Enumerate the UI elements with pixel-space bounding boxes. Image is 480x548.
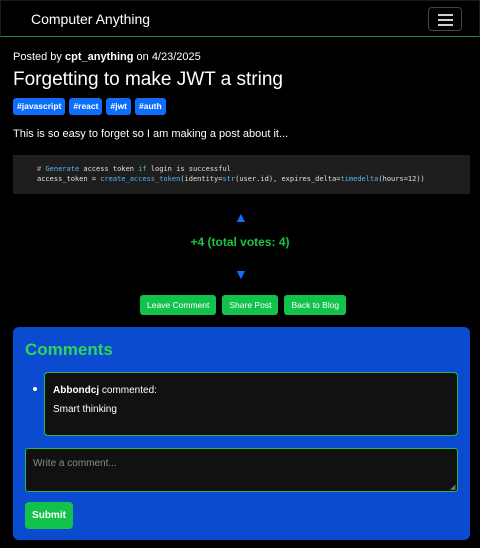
comment-text: Smart thinking [53,404,117,415]
posted-by-label: Posted by [13,51,62,63]
back-to-blog-button[interactable]: Back to Blog [284,295,347,315]
share-post-button[interactable]: Share Post [222,295,279,315]
date-prefix: on [136,51,149,63]
code-block: # Generate access token if login is succ… [13,155,470,194]
post-actions: Leave Comment Share Post Back to Blog [140,295,347,315]
upvote-icon[interactable]: ▲ [234,210,248,224]
post-title: Forgetting to make JWT a string [13,69,283,90]
navbar: Computer Anything [0,0,480,37]
comments-section: Comments Abbondcj commented: Smart think… [13,327,470,540]
tag-list: #javascript #react #jwt #auth [13,98,166,115]
post-meta: Posted by cpt_anything on 4/23/2025 [13,51,201,63]
post-author: cpt_anything [64,51,134,63]
comment-author-line: Abbondcj commented: [53,385,157,396]
leave-comment-button[interactable]: Leave Comment [140,295,217,315]
post-body: This is so easy to forget so I am making… [13,128,289,140]
hamburger-menu-icon[interactable] [428,7,462,31]
vote-summary: +4 (total votes: 4) [190,235,290,249]
comment-author: Abbondcj [53,385,100,396]
brand-link[interactable]: Computer Anything [31,11,150,27]
tag-auth[interactable]: #auth [135,98,166,115]
resize-handle-icon[interactable]: ◢ [450,484,455,491]
comments-heading: Comments [25,340,113,359]
submit-button[interactable]: Submit [25,502,73,529]
downvote-icon[interactable]: ▼ [234,267,248,281]
tag-javascript[interactable]: #javascript [13,98,66,115]
tag-jwt[interactable]: #jwt [106,98,132,115]
post-date: 4/23/2025 [151,51,201,63]
comment-verb: commented: [101,385,157,396]
tag-react[interactable]: #react [69,98,103,115]
list-bullet [33,387,37,391]
comment-card: Abbondcj commented: Smart thinking [44,372,458,436]
comment-input[interactable] [25,448,458,492]
